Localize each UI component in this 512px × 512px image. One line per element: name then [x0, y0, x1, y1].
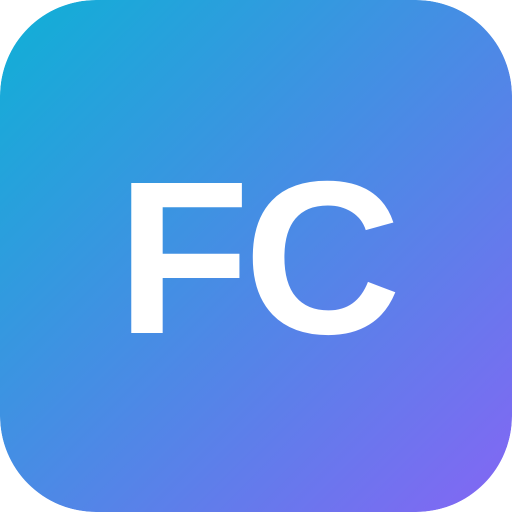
- app-icon[interactable]: FC: [0, 0, 512, 512]
- app-icon-monogram: FC: [116, 137, 402, 380]
